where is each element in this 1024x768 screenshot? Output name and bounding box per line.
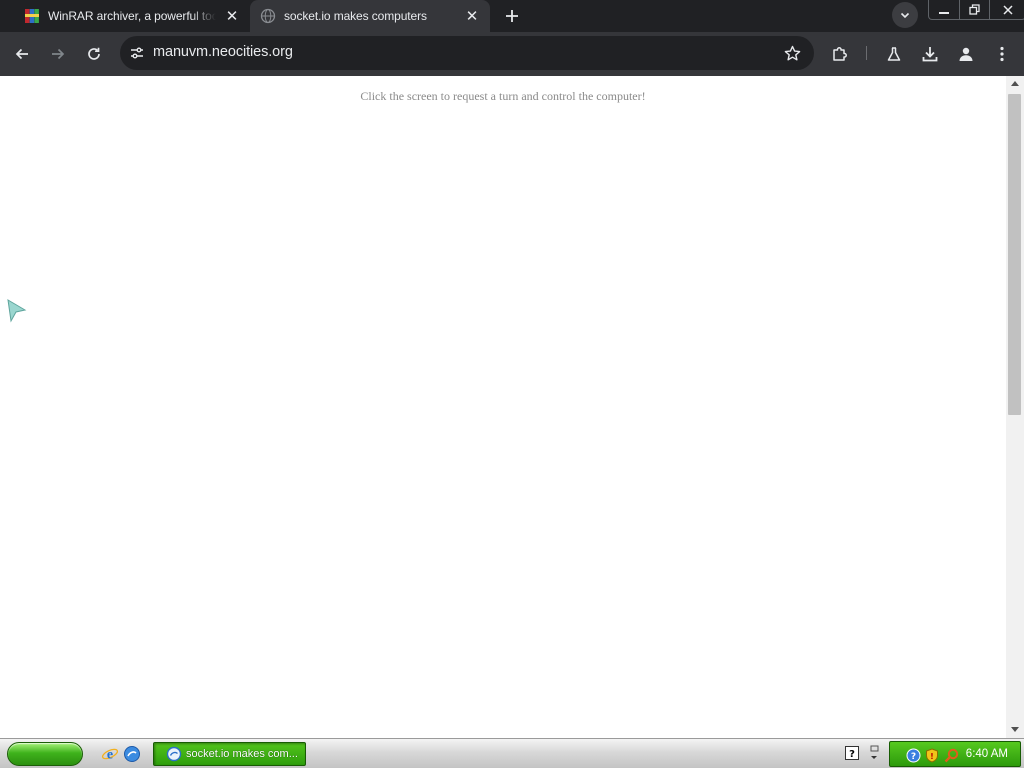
- help-tray-button[interactable]: ?: [844, 745, 860, 761]
- browser-icon: [166, 746, 182, 762]
- vertical-scrollbar[interactable]: [1006, 76, 1024, 738]
- downloads-button[interactable]: [916, 40, 944, 68]
- taskbar-button-label: socket.io makes com...: [186, 748, 298, 760]
- page-prompt: Click the screen to request a turn and c…: [360, 89, 646, 103]
- forward-button[interactable]: [44, 40, 72, 68]
- window-controls: [928, 0, 1024, 20]
- star-icon: [784, 45, 800, 60]
- tab-close-icon[interactable]: ✕: [222, 6, 242, 26]
- security-tray-icon[interactable]: !: [924, 747, 940, 763]
- magnifier-icon: [944, 748, 958, 762]
- minimize-icon: [939, 11, 949, 14]
- arrow-left-icon: [15, 48, 28, 60]
- taskbar-button-browser[interactable]: socket.io makes com...: [153, 742, 306, 766]
- url-text[interactable]: manuvm.neocities.org: [153, 44, 293, 60]
- browser-icon: [124, 746, 140, 762]
- toolbar-separator: [866, 46, 867, 60]
- remote-cursor-icon: [7, 299, 27, 323]
- desktop-icon: [870, 745, 879, 759]
- svg-text:e: e: [107, 748, 113, 763]
- tab-search-button[interactable]: [892, 2, 918, 28]
- chevron-down-icon: [900, 12, 910, 19]
- site-info-button[interactable]: [125, 41, 149, 65]
- tab-close-icon[interactable]: ✕: [462, 6, 482, 26]
- flask-icon: [887, 47, 901, 61]
- search-tray-icon[interactable]: [943, 747, 959, 763]
- internet-explorer-icon: e: [101, 748, 119, 763]
- close-window-button[interactable]: [989, 0, 1024, 19]
- kebab-menu-icon: [1000, 46, 1004, 62]
- tab-strip: WinRAR archiver, a powerful tool to proc…: [0, 0, 1024, 32]
- help-icon: ?: [845, 746, 859, 760]
- minimize-button[interactable]: [929, 0, 959, 19]
- taskbar: e socket.io makes com... ? ? ! 6:40 AM: [0, 738, 1024, 768]
- restore-icon: [969, 4, 980, 15]
- back-button[interactable]: [8, 40, 36, 68]
- winrar-icon: [25, 9, 39, 23]
- bookmark-button[interactable]: [780, 41, 804, 65]
- scroll-thumb[interactable]: [1008, 94, 1021, 415]
- ie-quicklaunch-button[interactable]: e: [100, 744, 120, 764]
- start-button[interactable]: [7, 742, 83, 766]
- close-icon: [1002, 4, 1013, 15]
- reload-button[interactable]: [80, 40, 108, 68]
- system-tray: ? ! 6:40 AM: [889, 741, 1021, 767]
- labs-button[interactable]: [880, 40, 908, 68]
- svg-text:!: !: [930, 752, 934, 761]
- browser-quicklaunch-button[interactable]: [122, 744, 142, 764]
- globe-icon: [260, 8, 276, 24]
- tab-title: WinRAR archiver, a powerful tool to proc…: [48, 9, 216, 23]
- new-tab-button[interactable]: [500, 4, 524, 28]
- page-viewport[interactable]: Click the screen to request a turn and c…: [0, 76, 1024, 738]
- svg-text:?: ?: [849, 749, 855, 760]
- tab-title: socket.io makes computers: [284, 9, 427, 23]
- puzzle-icon: [833, 47, 847, 61]
- scroll-down-arrow-icon[interactable]: [1011, 727, 1019, 732]
- download-icon: [922, 47, 938, 62]
- svg-text:?: ?: [910, 752, 915, 762]
- address-bar[interactable]: manuvm.neocities.org: [120, 36, 814, 70]
- plus-icon: [506, 10, 518, 22]
- scroll-up-arrow-icon[interactable]: [1011, 81, 1019, 86]
- extensions-button[interactable]: [826, 40, 854, 68]
- clock[interactable]: 6:40 AM: [966, 748, 1008, 760]
- arrow-right-icon: [52, 48, 65, 60]
- desktop-toolbar-button[interactable]: [866, 745, 882, 761]
- tab-socketio[interactable]: socket.io makes computers ✕: [250, 0, 490, 32]
- menu-button[interactable]: [988, 40, 1016, 68]
- reload-icon: [88, 47, 100, 60]
- person-icon: [959, 47, 973, 61]
- help-tray-icon[interactable]: ?: [905, 747, 921, 763]
- tab-winrar[interactable]: WinRAR archiver, a powerful tool to proc…: [14, 0, 250, 32]
- tune-icon: [131, 47, 143, 59]
- shield-icon: !: [926, 747, 938, 763]
- profile-button[interactable]: [952, 40, 980, 68]
- restore-button[interactable]: [959, 0, 989, 19]
- info-icon: ?: [906, 748, 920, 762]
